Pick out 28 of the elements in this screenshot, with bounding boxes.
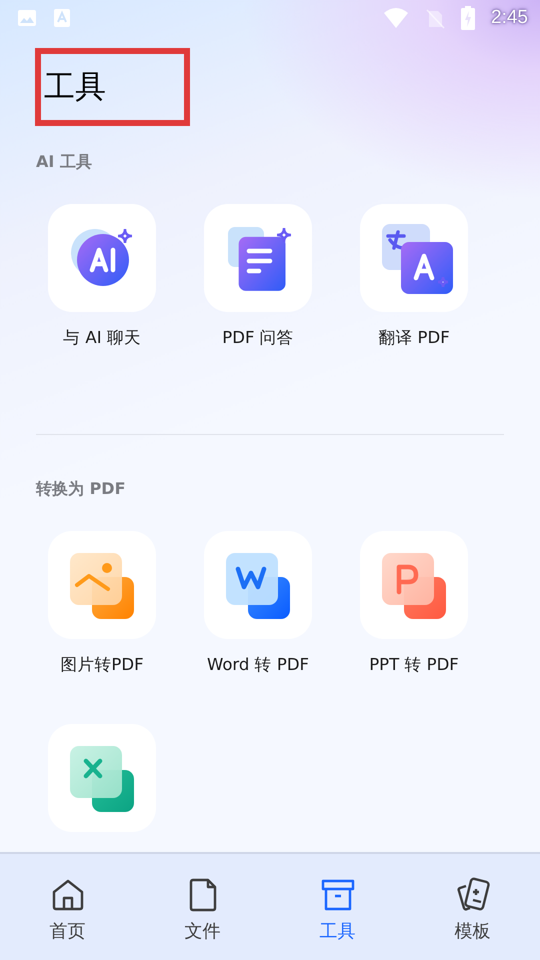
nav-tab[interactable]: 首页: [0, 854, 135, 960]
no-sim-icon: [425, 7, 446, 29]
section-title: AI 工具: [36, 152, 93, 172]
tool-tile[interactable]: [204, 531, 312, 639]
tool-tile[interactable]: [48, 204, 156, 312]
battery-charging-icon: [461, 6, 476, 30]
status-time: 2:45: [491, 7, 528, 29]
tool-label: PPT 转 PDF: [369, 655, 459, 675]
tool-label: PDF 问答: [222, 328, 294, 348]
image-icon: [17, 8, 37, 28]
tool-label: Word 转 PDF: [206, 655, 310, 675]
page-title: 工具: [44, 68, 106, 107]
section-title: 转换为 PDF: [36, 479, 127, 499]
tool-tile[interactable]: [48, 724, 156, 832]
wifi-icon: [383, 7, 410, 29]
tool-label: 图片转PDF: [60, 655, 144, 675]
nav-tab[interactable]: 文件: [135, 854, 270, 960]
toolbox-icon: [320, 877, 356, 913]
tool-label: 与 AI 聊天: [63, 328, 141, 348]
tool-tile[interactable]: [360, 531, 468, 639]
cards-icon: [454, 877, 490, 913]
tool-tile[interactable]: [48, 531, 156, 639]
tool-tile[interactable]: [360, 204, 468, 312]
tool-label: 翻译 PDF: [378, 328, 450, 348]
font-icon: [53, 8, 71, 28]
tool-tile[interactable]: [204, 204, 312, 312]
nav-tab[interactable]: 工具: [270, 854, 405, 960]
nav-tab[interactable]: 模板: [405, 854, 540, 960]
